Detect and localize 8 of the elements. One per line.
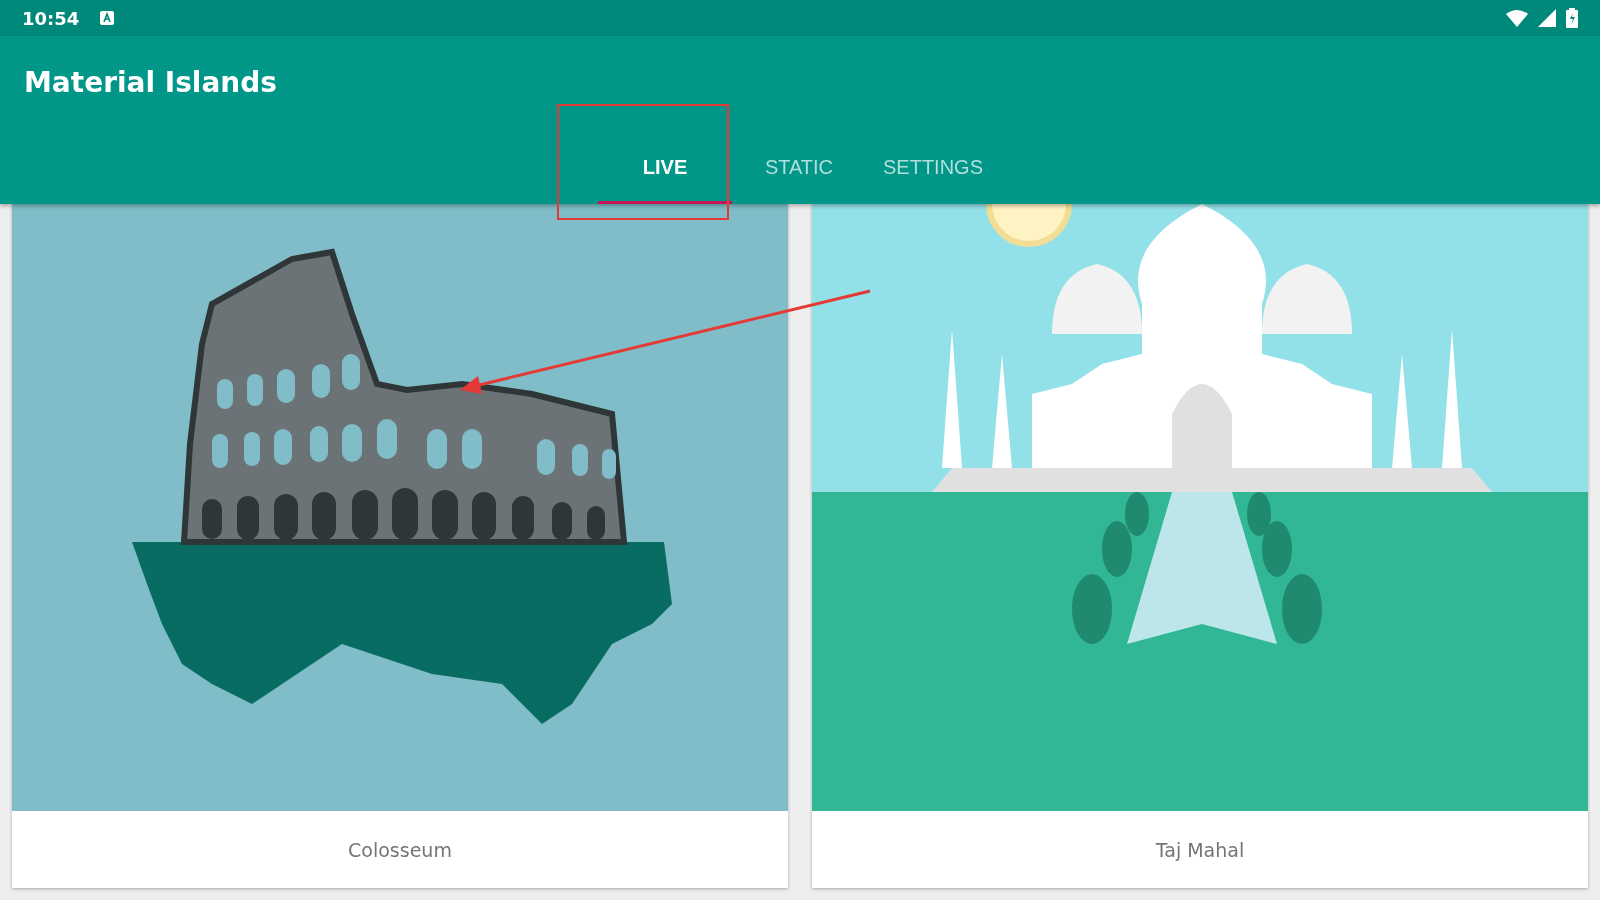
status-time: 10:54 — [22, 7, 80, 29]
tab[interactable]: SETTINGS — [866, 136, 1000, 204]
card-caption: Colosseum — [347, 837, 453, 863]
tab[interactable]: STATIC — [732, 136, 866, 204]
card[interactable]: Taj Mahal — [812, 204, 1588, 888]
card[interactable]: Colosseum — [12, 204, 788, 888]
card-caption: Taj Mahal — [1154, 837, 1246, 863]
app-title: Material Islands — [23, 65, 278, 98]
